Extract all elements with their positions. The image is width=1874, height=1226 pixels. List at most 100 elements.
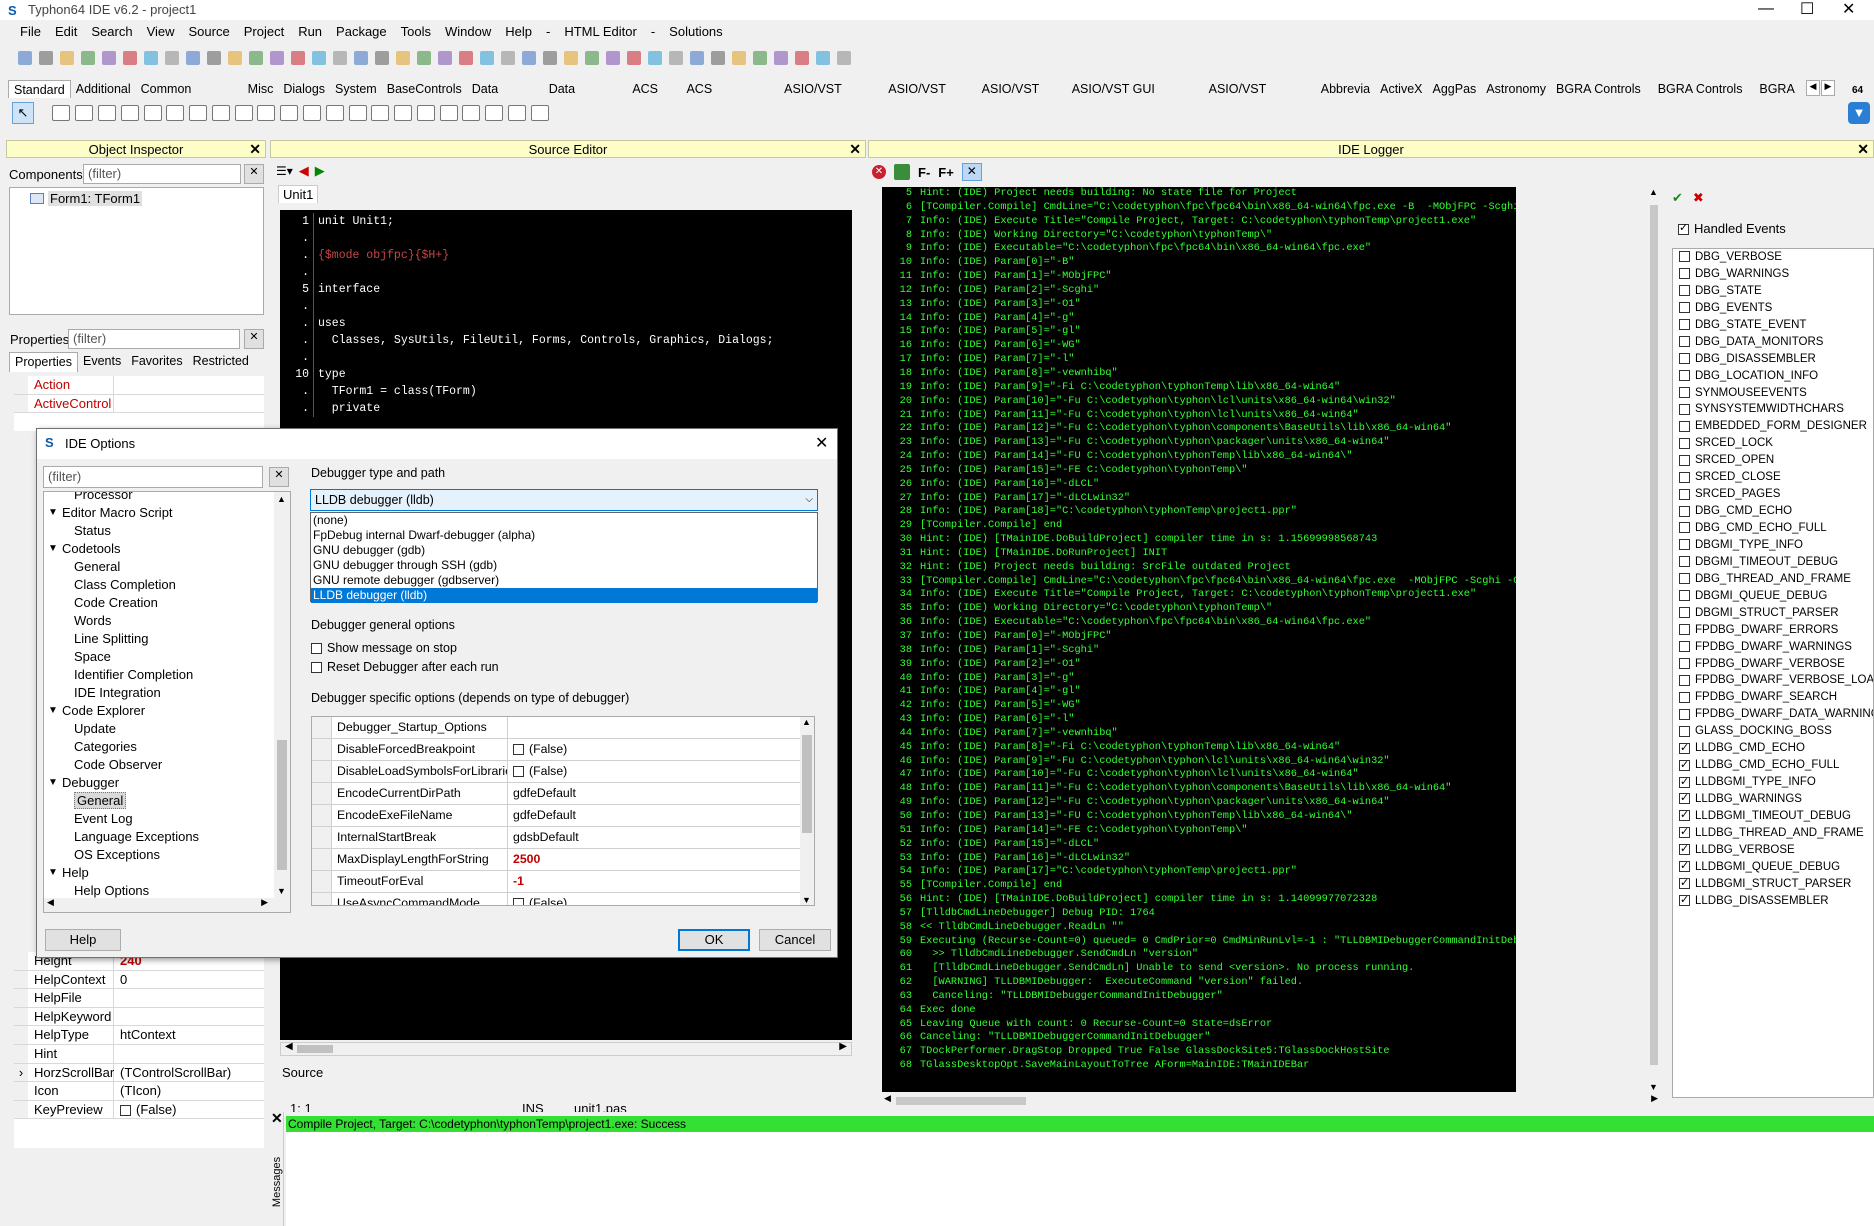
close-icon[interactable]: ✕ (849, 141, 861, 158)
event-checkbox-srced-pages[interactable]: SRCED_PAGES (1673, 486, 1873, 503)
tree-item-codetools[interactable]: ▼ Codetools (44, 540, 274, 558)
palette-component-icon[interactable] (348, 105, 367, 121)
event-checkbox-lldbg-cmd-echo-full[interactable]: LLDBG_CMD_ECHO_FULL (1673, 757, 1873, 774)
grid-row-encodecurrentdirpath[interactable]: EncodeCurrentDirPath gdfeDefault (312, 783, 800, 805)
checkbox[interactable] (1679, 790, 1690, 807)
event-checkbox-dbgmi-struct-parser[interactable]: DBGMI_STRUCT_PARSER (1673, 605, 1873, 622)
property-value[interactable]: (False) (114, 1101, 264, 1119)
event-checkbox-dbgmi-queue-debug[interactable]: DBGMI_QUEUE_DEBUG (1673, 588, 1873, 605)
grid-prop-value[interactable] (508, 717, 800, 738)
expand-arrow-icon[interactable]: ▼ (48, 702, 58, 720)
checkbox[interactable] (1679, 757, 1690, 774)
menu-tools[interactable]: Tools (394, 22, 438, 42)
tree-item-words[interactable]: Words (44, 612, 274, 630)
palette-component-icon[interactable] (302, 105, 321, 121)
menu-view[interactable]: View (140, 22, 182, 42)
toolbar-tool-icon[interactable] (332, 51, 347, 65)
palette-component-icon[interactable] (120, 105, 139, 121)
checkbox[interactable] (1679, 319, 1690, 331)
checkbox[interactable] (1679, 370, 1690, 382)
event-checkbox-lldbg-warnings[interactable]: LLDBG_WARNINGS (1673, 790, 1873, 808)
palette-tab-asio-vst-dsp[interactable]: ASIO/VST DSP (883, 80, 976, 98)
property-row[interactable]: › HorzScrollBar (TControlScrollBar) (14, 1063, 264, 1083)
event-checkbox-fpdbg-dwarf-search[interactable]: FPDBG_DWARF_SEARCH (1673, 689, 1873, 706)
checkbox[interactable] (1679, 824, 1690, 841)
event-checkbox-dbg-cmd-echo[interactable]: DBG_CMD_ECHO (1673, 503, 1873, 520)
code-line[interactable]: . (280, 298, 840, 315)
event-checkbox-lldbg-cmd-echo[interactable]: LLDBG_CMD_ECHO (1673, 740, 1873, 757)
dialog-close-icon[interactable]: ✕ (815, 433, 828, 453)
back-arrow-icon[interactable]: ◀ (299, 163, 309, 179)
toolbar-tool-icon[interactable] (143, 51, 158, 65)
grid-row-disableloadsymbolsforlibraries[interactable]: DisableLoadSymbolsForLibraries (False) (312, 761, 800, 783)
clear-filter-icon[interactable]: ✕ (244, 164, 264, 184)
checkbox[interactable] (1679, 522, 1690, 534)
event-checkbox-synsystemwidthchars[interactable]: SYNSYSTEMWIDTHCHARS (1673, 401, 1873, 418)
toolbar-tool-icon[interactable] (605, 51, 620, 65)
toolbar-tool-icon[interactable] (206, 51, 221, 65)
show-message-checkbox[interactable]: Show message on stop (311, 641, 457, 655)
palette-tab-system[interactable]: System (330, 80, 382, 98)
grid-row-maxdisplaylengthforstring[interactable]: MaxDisplayLengthForString 2500 (312, 849, 800, 871)
ok-button[interactable]: OK (678, 929, 750, 951)
toolbar-tool-icon[interactable] (185, 51, 200, 65)
checkbox[interactable] (1679, 353, 1690, 365)
clear-filter-icon[interactable]: ✕ (269, 467, 289, 487)
grid-prop-value[interactable]: gdsbDefault (508, 827, 800, 848)
event-checkbox-fpdbg-dwarf-verbose-load[interactable]: FPDBG_DWARF_VERBOSE_LOAD (1673, 672, 1873, 689)
event-checkbox-dbgmi-timeout-debug[interactable]: DBGMI_TIMEOUT_DEBUG (1673, 554, 1873, 571)
property-row[interactable]: HelpFile (14, 989, 264, 1008)
event-checkbox-dbg-data-monitors[interactable]: DBG_DATA_MONITORS (1673, 334, 1873, 351)
tree-item-code-creation[interactable]: Code Creation (44, 594, 274, 612)
toolbar-tool-icon[interactable] (500, 51, 515, 65)
property-row[interactable]: ActiveControl (14, 394, 264, 414)
grid-checkbox[interactable] (513, 766, 524, 778)
handled-events-checkbox[interactable]: Handled Events (1678, 221, 1786, 236)
menu-package[interactable]: Package (329, 22, 394, 42)
menu-project[interactable]: Project (237, 22, 291, 42)
dropdown-option-gnu-debugger-gdb[interactable]: GNU debugger (gdb) (311, 543, 817, 558)
close-icon[interactable]: ✕ (1857, 141, 1869, 158)
checkbox[interactable] (1679, 875, 1690, 892)
tree-item-event-log[interactable]: Event Log (44, 810, 274, 828)
toolbar-tool-icon[interactable] (122, 51, 137, 65)
toolbar-tool-icon[interactable] (752, 51, 767, 65)
property-row[interactable]: Action (14, 376, 264, 395)
forward-arrow-icon[interactable]: ▶ (315, 163, 325, 179)
palette-scroll-left-icon[interactable]: ◀ (1806, 80, 1820, 96)
checkbox[interactable] (1679, 454, 1690, 466)
grid-row-internalstartbreak[interactable]: InternalStartBreak gdsbDefault (312, 827, 800, 849)
toolbar-tool-icon[interactable] (647, 51, 662, 65)
tree-item-status[interactable]: Status (44, 522, 274, 540)
property-value[interactable]: (TIcon) (114, 1082, 264, 1100)
palette-component-icon[interactable] (439, 105, 458, 121)
tree-item-editor-macro-script[interactable]: ▼ Editor Macro Script (44, 504, 274, 522)
checkbox[interactable] (1679, 674, 1690, 686)
event-checkbox-fpdbg-dwarf-data-warnings[interactable]: FPDBG_DWARF_DATA_WARNINGS (1673, 706, 1873, 723)
dropdown-option-none[interactable]: (none) (311, 513, 817, 528)
menu-search[interactable]: Search (84, 22, 139, 42)
inspector-tab-events[interactable]: Events (78, 352, 126, 372)
checkbox[interactable] (1679, 403, 1690, 415)
toolbar-tool-icon[interactable] (815, 51, 830, 65)
event-checkbox-dbg-disassembler[interactable]: DBG_DISASSEMBLER (1673, 351, 1873, 368)
toolbar-tool-icon[interactable] (59, 51, 74, 65)
checkbox[interactable] (1679, 624, 1690, 636)
uncheck-all-icon[interactable]: ✖ (1693, 190, 1704, 206)
toolbar-tool-icon[interactable] (80, 51, 95, 65)
checkbox[interactable] (1679, 691, 1690, 703)
inspector-tab-restricted[interactable]: Restricted (188, 352, 254, 372)
components-filter-input[interactable]: (filter) (83, 164, 241, 184)
property-row[interactable]: Hint (14, 1044, 264, 1064)
palette-component-icon[interactable] (257, 105, 276, 121)
code-line[interactable]: 10 type (280, 366, 840, 383)
palette-component-icon[interactable] (280, 105, 299, 121)
palette-tab-dialogs[interactable]: Dialogs (278, 80, 330, 98)
property-value[interactable] (114, 395, 264, 413)
event-checkbox-srced-close[interactable]: SRCED_CLOSE (1673, 469, 1873, 486)
palette-component-icon[interactable] (371, 105, 390, 121)
tree-item-line-splitting[interactable]: Line Splitting (44, 630, 274, 648)
checkbox[interactable] (1679, 336, 1690, 348)
tree-hscrollbar[interactable]: ◀ ▶ (44, 897, 290, 912)
palette-tab-additional[interactable]: Additional (71, 80, 136, 98)
